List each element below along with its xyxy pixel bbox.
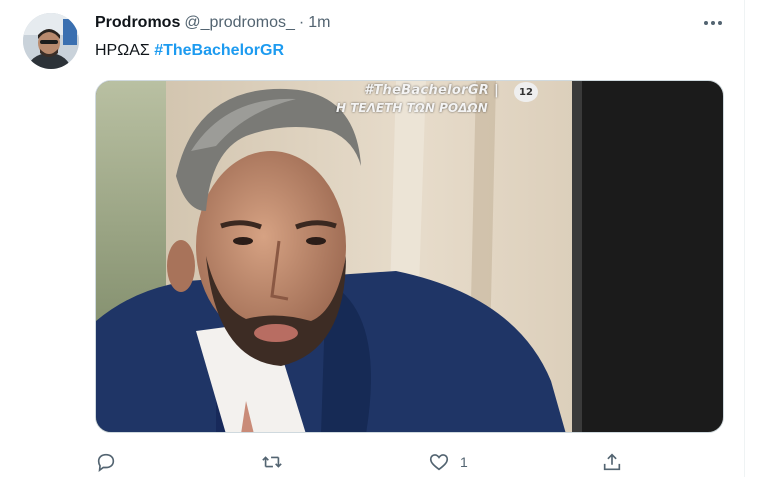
tweet-header: Prodromos @_prodromos_ · 1m <box>95 14 330 36</box>
like-button[interactable]: 1 <box>428 449 468 475</box>
retweet-icon <box>262 456 282 468</box>
share-icon <box>603 453 621 471</box>
tweet-text: ΗΡΩΑΣ #TheBachelorGR <box>95 42 284 60</box>
share-button[interactable] <box>601 449 623 475</box>
display-name[interactable]: Prodromos <box>95 14 180 32</box>
like-icon <box>429 454 449 471</box>
overlay-hashtag: #TheBachelorGR | <box>364 83 499 98</box>
tweet-photo[interactable]: #TheBachelorGR | 12 Η ΤΕΛΕΤΗ ΤΩΝ ΡΟΔΩΝ <box>95 80 724 433</box>
tweet[interactable]: Prodromos @_prodromos_ · 1m ΗΡΩΑΣ #TheBa… <box>0 0 745 477</box>
user-handle[interactable]: @_prodromos_ <box>184 14 295 32</box>
retweet-button[interactable] <box>260 449 294 475</box>
channel-logo: 12 <box>514 82 538 102</box>
tweet-text-word: ΗΡΩΑΣ <box>95 42 150 59</box>
timestamp[interactable]: 1m <box>308 14 330 32</box>
like-count: 1 <box>460 454 468 470</box>
more-button[interactable] <box>700 14 726 32</box>
overlay-caption: Η ΤΕΛΕΤΗ ΤΩΝ ΡΟΔΩΝ <box>336 101 488 115</box>
more-icon <box>704 21 722 25</box>
hashtag-link[interactable]: #TheBachelorGR <box>154 42 284 59</box>
reply-button[interactable] <box>95 449 127 475</box>
separator-dot: · <box>298 14 305 31</box>
tweet-actions: 1 <box>0 449 744 477</box>
reply-icon <box>97 453 115 473</box>
avatar[interactable] <box>23 13 79 69</box>
